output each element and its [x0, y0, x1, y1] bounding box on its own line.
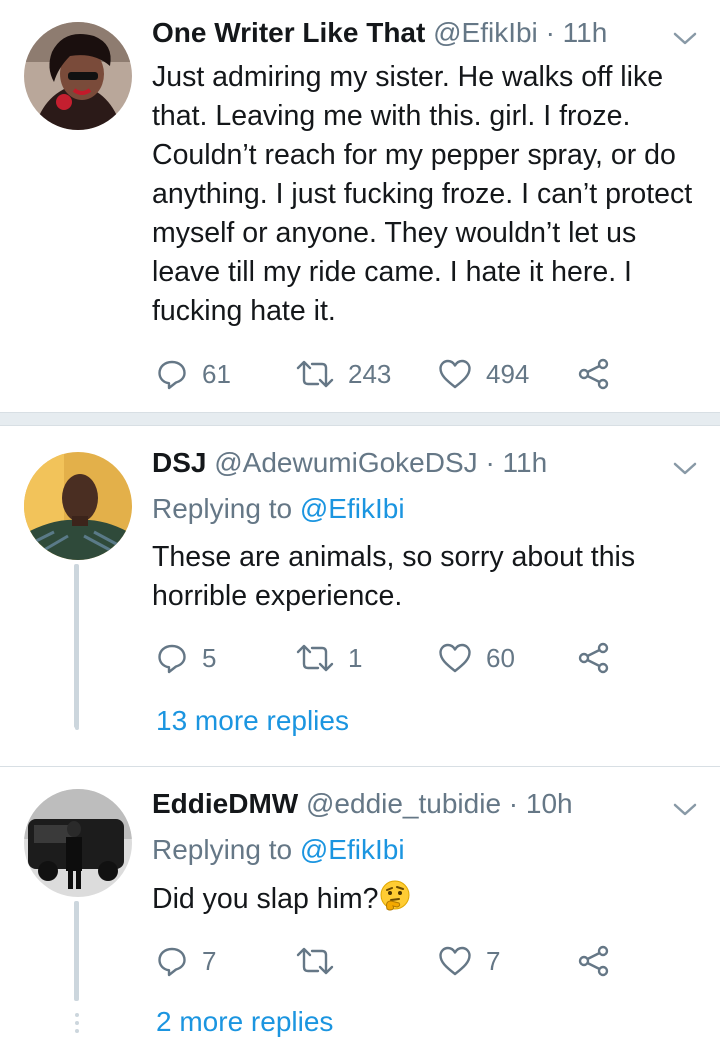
chevron-down-icon[interactable]: [672, 801, 698, 819]
like-icon: [439, 946, 471, 976]
section-divider: [0, 412, 720, 426]
like-count: 494: [486, 358, 530, 389]
tweet-2[interactable]: DSJ @AdewumiGokeDSJ · 11h Replying to @E…: [0, 426, 720, 766]
mention-link[interactable]: @EfikIbi: [300, 493, 405, 524]
like-count: 7: [486, 945, 501, 976]
share-button[interactable]: [578, 354, 610, 394]
separator-dot: ·: [485, 447, 495, 478]
timestamp[interactable]: 10h: [526, 788, 573, 819]
like-button[interactable]: 60: [438, 638, 515, 678]
reply-count: 5: [202, 642, 217, 673]
tweet-text-content: Did you slap him?: [152, 883, 379, 916]
tweet-actions: 5 1 60: [152, 638, 632, 678]
tweet-actions: 61 243 494: [152, 354, 632, 394]
like-icon: [439, 643, 471, 673]
retweet-button[interactable]: 1: [296, 638, 362, 678]
like-count: 60: [486, 642, 515, 673]
separator-dot: ·: [545, 17, 555, 48]
retweet-count: 243: [348, 358, 392, 389]
reply-button[interactable]: 5: [156, 638, 216, 678]
more-replies-link[interactable]: 2 more replies: [156, 1005, 333, 1039]
user-handle[interactable]: @EfikIbi: [433, 17, 538, 48]
retweet-icon: [296, 360, 334, 388]
replying-to-prefix: Replying to: [152, 493, 293, 524]
chevron-down-icon[interactable]: [672, 460, 698, 478]
retweet-icon: [296, 947, 334, 975]
retweet-icon: [296, 644, 334, 672]
display-name[interactable]: One Writer Like That: [152, 17, 425, 48]
tweet-header: DSJ @AdewumiGokeDSJ · 11h: [152, 446, 547, 480]
tweet-header: EddieDMW @eddie_tubidie · 10h: [152, 787, 573, 821]
share-icon: [578, 642, 609, 674]
retweet-count: 1: [348, 642, 363, 673]
avatar[interactable]: [24, 789, 132, 897]
reply-count: 61: [202, 358, 231, 389]
replying-to: Replying to @EfikIbi: [152, 833, 405, 867]
reply-icon: [158, 360, 186, 390]
reply-button[interactable]: 7: [156, 941, 216, 981]
tweet-text: These are animals, so sorry about this h…: [152, 541, 636, 612]
display-name[interactable]: EddieDMW: [152, 788, 298, 819]
share-icon: [578, 945, 609, 977]
share-button[interactable]: [578, 941, 610, 981]
reply-count: 7: [202, 945, 217, 976]
tweet-header: One Writer Like That @EfikIbi · 11h: [152, 16, 607, 50]
share-icon: [578, 358, 609, 390]
share-button[interactable]: [578, 638, 610, 678]
retweet-button[interactable]: [296, 941, 348, 981]
retweet-button[interactable]: 243: [296, 354, 391, 394]
thread-line: [74, 564, 79, 728]
mention-link[interactable]: @EfikIbi: [300, 834, 405, 865]
replying-to-prefix: Replying to: [152, 834, 293, 865]
more-replies-link[interactable]: 13 more replies: [156, 704, 349, 738]
thinking-face-icon: [379, 879, 411, 922]
thread-continuation-dots: [72, 1013, 82, 1037]
like-icon: [439, 359, 471, 389]
thread-line: [74, 901, 79, 1001]
reply-button[interactable]: 61: [156, 354, 231, 394]
timestamp[interactable]: 11h: [503, 447, 548, 478]
like-button[interactable]: 7: [438, 941, 500, 981]
replying-to: Replying to @EfikIbi: [152, 492, 405, 526]
reply-icon: [158, 644, 186, 674]
avatar[interactable]: [24, 452, 132, 560]
display-name[interactable]: DSJ: [152, 447, 206, 478]
chevron-down-icon[interactable]: [672, 30, 698, 48]
tweet-actions: 7 7: [152, 941, 632, 981]
tweet-text: Just admiring my sister. He walks off li…: [152, 61, 693, 327]
user-handle[interactable]: @AdewumiGokeDSJ: [214, 447, 477, 478]
thread-continuation-dots: [72, 710, 82, 734]
tweet-1[interactable]: One Writer Like That @EfikIbi · 11h Just…: [0, 0, 720, 412]
tweet-text: Did you slap him?: [152, 879, 702, 922]
user-handle[interactable]: @eddie_tubidie: [306, 788, 501, 819]
timestamp[interactable]: 11h: [563, 17, 608, 48]
reply-icon: [158, 947, 186, 977]
tweet-3[interactable]: EddieDMW @eddie_tubidie · 10h Replying t…: [0, 767, 720, 1043]
avatar[interactable]: [24, 22, 132, 130]
separator-dot: ·: [508, 788, 519, 819]
like-button[interactable]: 494: [438, 354, 529, 394]
